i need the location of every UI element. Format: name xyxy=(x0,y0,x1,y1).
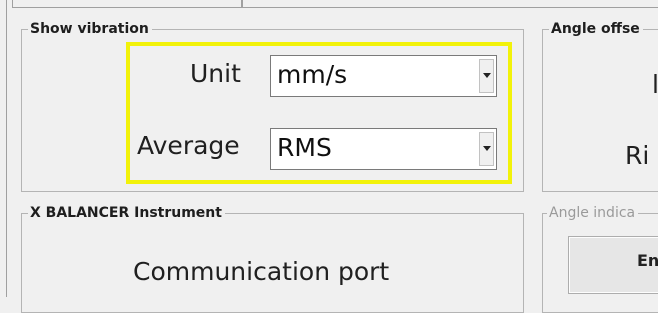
angle-offset-text-2: Ri xyxy=(625,141,650,170)
tab-right[interactable] xyxy=(242,0,658,8)
communication-port-label: Communication port xyxy=(133,257,390,286)
unit-select-value: mm/s xyxy=(277,60,348,89)
average-select[interactable]: RMS xyxy=(270,128,497,170)
show-vibration-title: Show vibration xyxy=(28,20,152,38)
chevron-down-icon xyxy=(483,146,491,151)
unit-select[interactable]: mm/s xyxy=(270,55,497,97)
angle-indicator-title: Angle indica xyxy=(547,204,639,222)
unit-label: Unit xyxy=(190,59,241,88)
tab-left[interactable] xyxy=(12,0,242,8)
instrument-title: X BALANCER Instrument xyxy=(28,204,225,222)
average-select-value: RMS xyxy=(277,133,332,162)
angle-indicator-button-label: En xyxy=(637,251,658,270)
window-left-edge xyxy=(6,0,7,297)
angle-offset-title: Angle offse xyxy=(549,20,643,38)
average-dropdown-button[interactable] xyxy=(479,132,494,166)
unit-dropdown-button[interactable] xyxy=(479,59,494,93)
chevron-down-icon xyxy=(483,73,491,78)
angle-offset-text-1: l xyxy=(652,70,658,99)
average-label: Average xyxy=(137,131,240,160)
angle-indicator-button[interactable]: En xyxy=(568,236,658,294)
